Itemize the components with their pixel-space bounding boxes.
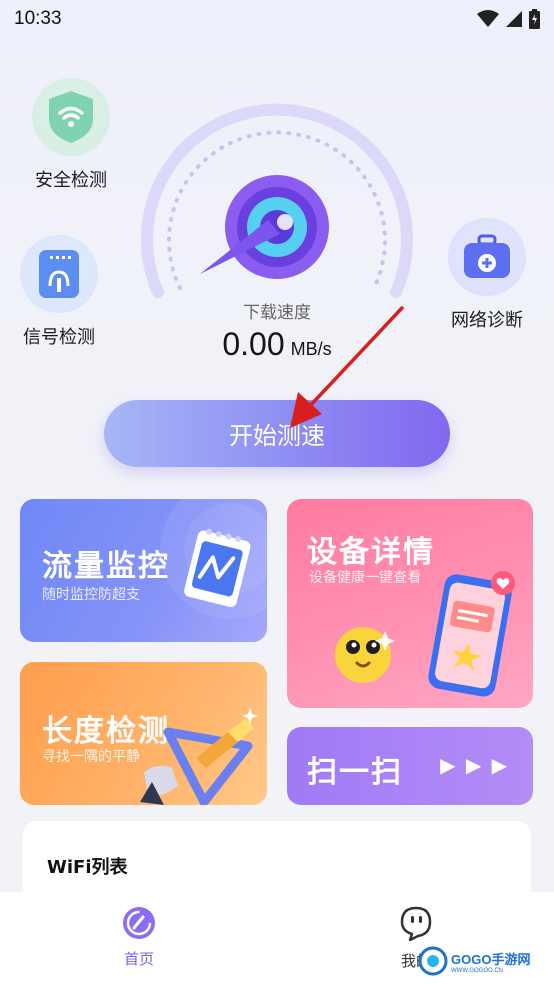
battery-icon	[529, 9, 540, 29]
watermark-url: WWW.GOGOO.CN	[451, 967, 503, 974]
gauge-needle-cap	[277, 214, 293, 230]
ruler-pencil-illustration	[140, 708, 258, 805]
cell-signal-icon	[506, 11, 522, 27]
home-speedometer-icon	[123, 907, 155, 939]
status-icons	[477, 9, 540, 29]
phone-emoji-illustration	[335, 571, 515, 697]
length-measure-card[interactable]: 长度检测 寻找一隅的平静	[20, 662, 267, 805]
profile-face-icon	[400, 906, 432, 942]
annotation-arrow-icon	[290, 306, 404, 428]
speed-gauge	[141, 103, 413, 298]
length-measure-subtitle: 寻找一隅的平静	[42, 749, 140, 765]
network-diagnosis-bubble	[448, 218, 526, 296]
router-icon	[39, 250, 79, 298]
nav-home-label: 首页	[123, 950, 154, 968]
notebook-chart-icon	[184, 528, 251, 608]
traffic-monitor-subtitle: 随时监控防超支	[42, 587, 140, 603]
scan-title: 扫一扫	[307, 755, 403, 790]
security-check-label: 安全检测	[35, 170, 107, 191]
watermark-text: GOGO手游网	[451, 951, 531, 967]
shield-wifi-icon	[49, 91, 93, 143]
traffic-monitor-title: 流量监控	[42, 549, 170, 584]
watermark-logo-icon	[418, 946, 448, 976]
status-bar: 10:33	[0, 0, 554, 38]
security-check-button[interactable]: 安全检测	[32, 78, 110, 192]
traffic-monitor-card[interactable]: 流量监控 随时监控防超支	[20, 499, 267, 642]
wifi-signal-icon	[477, 10, 499, 27]
status-time: 10:33	[14, 8, 62, 29]
device-details-card[interactable]: 设备详情 设备健康一键查看	[287, 499, 533, 708]
medical-kit-icon	[464, 234, 510, 278]
scan-card[interactable]: 扫一扫 ▶ ▶ ▶	[287, 727, 533, 805]
wifi-list-heading: WiFi列表	[47, 857, 128, 878]
security-check-bubble	[32, 78, 110, 156]
site-watermark: GOGO手游网 WWW.GOGOO.CN	[418, 944, 548, 978]
nav-home[interactable]: 首页	[79, 906, 199, 969]
scan-arrows-icon: ▶ ▶ ▶	[440, 753, 509, 777]
device-details-title: 设备详情	[307, 535, 435, 570]
